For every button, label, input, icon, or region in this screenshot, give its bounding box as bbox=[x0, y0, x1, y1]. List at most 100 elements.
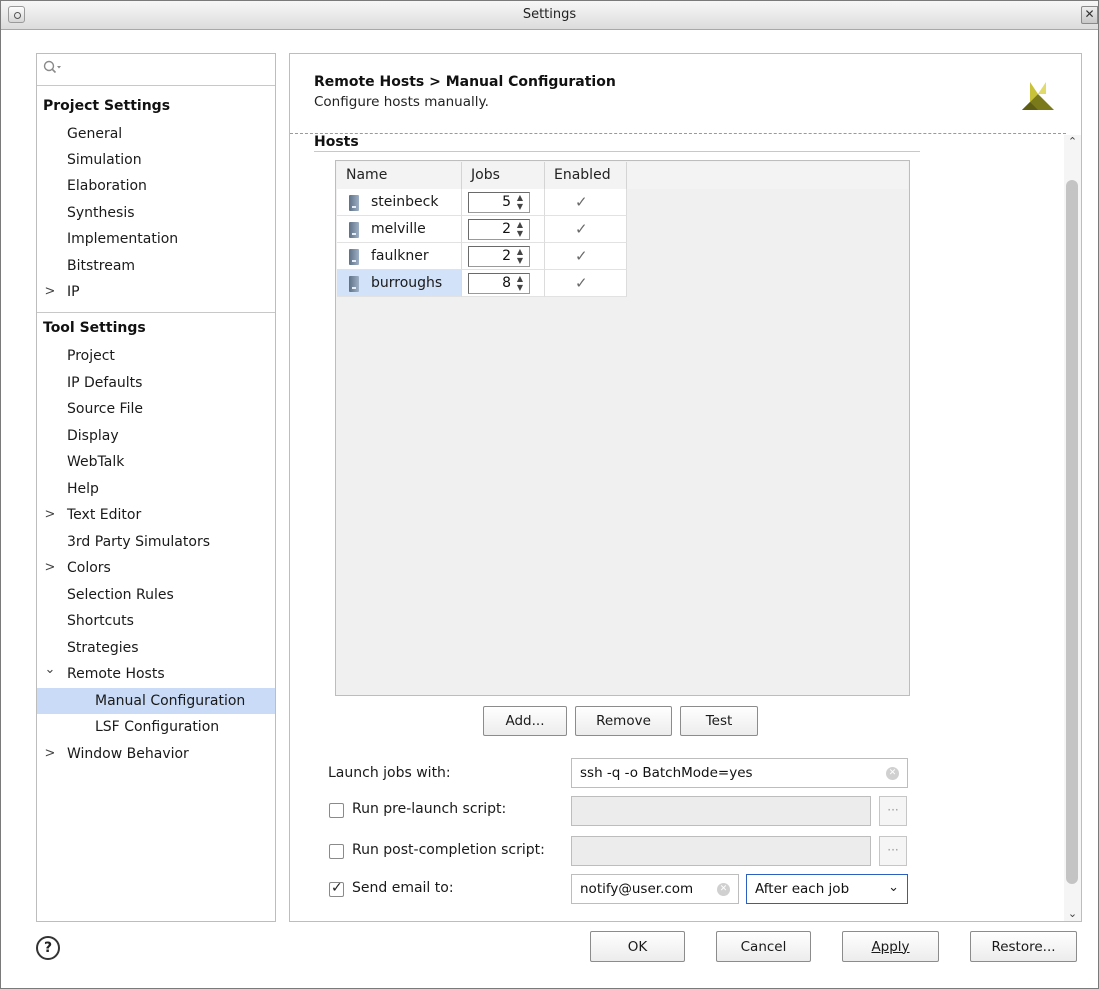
host-name: steinbeck bbox=[371, 194, 439, 210]
sidebar-item-remote-hosts[interactable]: ⌄ Remote Hosts bbox=[37, 661, 275, 687]
close-window-button[interactable]: ✕ bbox=[1081, 6, 1098, 24]
window-title: Settings bbox=[522, 7, 577, 22]
host-name-cell[interactable]: steinbeck bbox=[337, 189, 462, 216]
hosts-table: Name Jobs Enabled steinbeck 5 ▲ ▼ ✓ melv… bbox=[335, 160, 910, 696]
post-completion-browse-button: ··· bbox=[879, 836, 907, 866]
vertical-scrollbar[interactable]: ⌃ ⌄ bbox=[1064, 135, 1081, 921]
post-completion-script-field bbox=[571, 836, 871, 866]
column-header-jobs[interactable]: Jobs bbox=[462, 162, 545, 189]
sidebar-item-source-file[interactable]: Source File bbox=[37, 396, 275, 422]
sidebar-item-webtalk[interactable]: WebTalk bbox=[37, 449, 275, 475]
server-icon bbox=[349, 276, 359, 292]
chevron-down-icon[interactable]: ⌄ bbox=[44, 657, 56, 683]
help-icon[interactable]: ? bbox=[36, 936, 60, 960]
search-input[interactable] bbox=[67, 58, 267, 80]
sidebar-item-elaboration[interactable]: Elaboration bbox=[37, 173, 275, 199]
sidebar-item-label: IP bbox=[67, 284, 80, 300]
sidebar-item-strategies[interactable]: Strategies bbox=[37, 635, 275, 661]
email-frequency-value: After each job bbox=[755, 881, 850, 897]
stepper-arrows-icon[interactable]: ▲ ▼ bbox=[515, 247, 525, 265]
sidebar-item-synthesis[interactable]: Synthesis bbox=[37, 200, 275, 226]
test-host-button[interactable]: Test bbox=[680, 706, 758, 736]
tool-settings-header: Tool Settings bbox=[43, 320, 146, 336]
jobs-stepper[interactable]: 8 ▲ ▼ bbox=[468, 273, 530, 294]
clear-icon[interactable]: ✕ bbox=[886, 767, 899, 780]
ok-button[interactable]: OK bbox=[590, 931, 685, 962]
apply-button[interactable]: Apply bbox=[842, 931, 939, 962]
enabled-checkbox[interactable]: ✓ bbox=[575, 274, 588, 292]
stepper-arrows-icon[interactable]: ▲ ▼ bbox=[515, 220, 525, 238]
enabled-cell: ✓ bbox=[545, 216, 627, 243]
close-icon: ✕ bbox=[1084, 7, 1095, 21]
sidebar-item-simulation[interactable]: Simulation bbox=[37, 147, 275, 173]
restore-button[interactable]: Restore... bbox=[970, 931, 1077, 962]
sidebar-item-lsf-configuration[interactable]: LSF Configuration bbox=[37, 714, 275, 740]
sidebar-item-label: Strategies bbox=[67, 640, 139, 656]
scroll-down-icon[interactable]: ⌄ bbox=[1064, 907, 1081, 921]
sidebar-item-label: Window Behavior bbox=[67, 746, 189, 762]
host-name: burroughs bbox=[371, 275, 443, 291]
sidebar-item-label: WebTalk bbox=[67, 454, 125, 470]
email-field[interactable]: notify@user.com ✕ bbox=[571, 874, 739, 904]
email-frequency-select[interactable]: After each job ⌄ bbox=[746, 874, 908, 904]
search-icon[interactable] bbox=[43, 60, 65, 80]
chevron-right-icon[interactable]: > bbox=[44, 741, 56, 767]
cancel-button[interactable]: Cancel bbox=[716, 931, 811, 962]
jobs-cell: 2 ▲ ▼ bbox=[462, 216, 545, 243]
sidebar-item-label: Simulation bbox=[67, 152, 142, 168]
sidebar-item-help[interactable]: Help bbox=[37, 476, 275, 502]
jobs-stepper[interactable]: 2 ▲ ▼ bbox=[468, 219, 530, 240]
host-name-cell[interactable]: faulkner bbox=[337, 243, 462, 270]
enabled-checkbox[interactable]: ✓ bbox=[575, 220, 588, 238]
sidebar-item-implementation[interactable]: Implementation bbox=[37, 226, 275, 252]
sidebar-item-bitstream[interactable]: Bitstream bbox=[37, 253, 275, 279]
sidebar-item-general[interactable]: General bbox=[37, 121, 275, 147]
post-completion-checkbox[interactable] bbox=[329, 844, 344, 859]
column-header-name[interactable]: Name bbox=[337, 162, 462, 189]
sidebar-item-selection-rules[interactable]: Selection Rules bbox=[37, 582, 275, 608]
hosts-section-title: Hosts bbox=[314, 134, 359, 150]
jobs-stepper[interactable]: 2 ▲ ▼ bbox=[468, 246, 530, 267]
chevron-right-icon[interactable]: > bbox=[44, 502, 56, 528]
sidebar-item-label: Synthesis bbox=[67, 205, 135, 221]
host-name-cell[interactable]: burroughs bbox=[337, 270, 462, 297]
sidebar-item-label: 3rd Party Simulators bbox=[67, 534, 210, 550]
scroll-up-icon[interactable]: ⌃ bbox=[1064, 135, 1081, 149]
ellipsis-icon: ··· bbox=[887, 843, 899, 857]
column-header-enabled[interactable]: Enabled bbox=[545, 162, 627, 189]
jobs-cell: 2 ▲ ▼ bbox=[462, 243, 545, 270]
title-bar: Settings ✕ bbox=[1, 1, 1098, 30]
divider bbox=[37, 312, 275, 313]
sidebar-item-display[interactable]: Display bbox=[37, 423, 275, 449]
sidebar-item-text-editor[interactable]: > Text Editor bbox=[37, 502, 275, 528]
stepper-arrows-icon[interactable]: ▲ ▼ bbox=[515, 193, 525, 211]
add-host-button[interactable]: Add... bbox=[483, 706, 567, 736]
host-name-cell[interactable]: melville bbox=[337, 216, 462, 243]
sidebar-item-3rd-party-simulators[interactable]: 3rd Party Simulators bbox=[37, 529, 275, 555]
jobs-cell: 8 ▲ ▼ bbox=[462, 270, 545, 297]
enabled-checkbox[interactable]: ✓ bbox=[575, 193, 588, 211]
email-value: notify@user.com bbox=[580, 881, 694, 897]
header-divider bbox=[290, 133, 1066, 134]
sidebar-item-ip-defaults[interactable]: IP Defaults bbox=[37, 370, 275, 396]
sidebar-item-label: Colors bbox=[67, 560, 111, 576]
sidebar-item-window-behavior[interactable]: > Window Behavior bbox=[37, 741, 275, 767]
sidebar-item-label: Remote Hosts bbox=[67, 666, 165, 682]
sidebar-item-shortcuts[interactable]: Shortcuts bbox=[37, 608, 275, 634]
sidebar-item-colors[interactable]: > Colors bbox=[37, 555, 275, 581]
pre-launch-checkbox[interactable] bbox=[329, 803, 344, 818]
chevron-right-icon[interactable]: > bbox=[44, 279, 56, 305]
stepper-arrows-icon[interactable]: ▲ ▼ bbox=[515, 274, 525, 292]
launch-jobs-field[interactable]: ssh -q -o BatchMode=yes ✕ bbox=[571, 758, 908, 788]
chevron-right-icon[interactable]: > bbox=[44, 555, 56, 581]
send-email-checkbox[interactable] bbox=[329, 880, 344, 897]
sidebar-item-project[interactable]: Project bbox=[37, 343, 275, 369]
clear-icon[interactable]: ✕ bbox=[717, 883, 730, 896]
remove-host-button[interactable]: Remove bbox=[575, 706, 672, 736]
sidebar-item-manual-configuration[interactable]: Manual Configuration bbox=[37, 688, 275, 714]
scrollbar-thumb[interactable] bbox=[1066, 180, 1078, 884]
launch-jobs-label: Launch jobs with: bbox=[328, 765, 451, 781]
enabled-checkbox[interactable]: ✓ bbox=[575, 247, 588, 265]
sidebar-item-ip[interactable]: > IP bbox=[37, 279, 275, 305]
jobs-stepper[interactable]: 5 ▲ ▼ bbox=[468, 192, 530, 213]
